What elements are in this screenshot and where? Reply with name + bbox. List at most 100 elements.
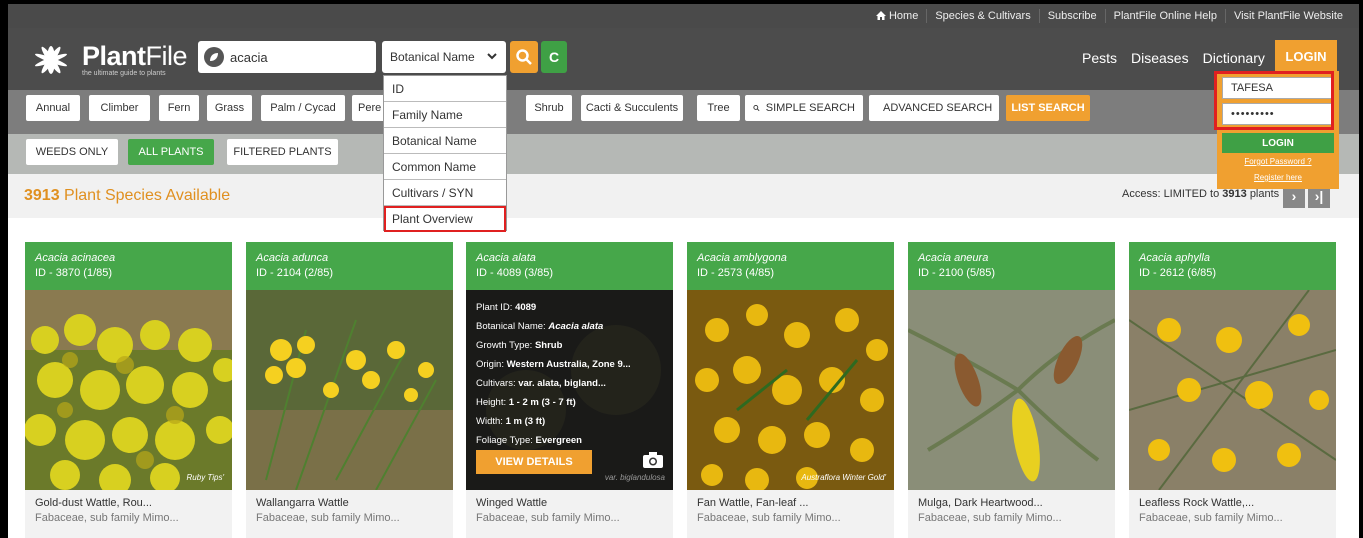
plant-logo-icon: [35, 46, 67, 74]
plant-card[interactable]: Acacia alata ID - 4089 (3/85) Plant ID: …: [466, 242, 673, 538]
card-common-name: Mulga, Dark Heartwood...: [918, 497, 1043, 509]
plant-image[interactable]: Plant ID: 4089 Botanical Name: Acacia al…: [466, 290, 673, 490]
card-id: ID - 4089 (3/85): [476, 267, 554, 279]
plantfile-logo[interactable]: PlantFile the ultimate guide to plants: [26, 40, 188, 80]
card-family: Fabaceae, sub family Mimo...: [256, 512, 400, 524]
forgot-password-link[interactable]: Forgot Password ?: [1217, 157, 1339, 166]
simple-search-button[interactable]: SIMPLE SEARCH: [745, 95, 863, 121]
logo-tagline: the ultimate guide to plants: [82, 70, 166, 77]
nav-pests[interactable]: Pests: [1082, 50, 1117, 66]
card-id: ID - 2100 (5/85): [918, 267, 996, 279]
visit-website-link[interactable]: Visit PlantFile Website: [1224, 9, 1351, 23]
overlay-width: Width: 1 m (3 ft): [476, 416, 546, 427]
help-link[interactable]: PlantFile Online Help: [1104, 9, 1225, 23]
home-link[interactable]: Home: [868, 9, 926, 23]
login-fields-highlight: [1214, 71, 1334, 130]
chevron-down-icon: [486, 50, 498, 65]
species-cultivars-link[interactable]: Species & Cultivars: [926, 9, 1038, 23]
plant-card[interactable]: Acacia amblygona ID - 2573 (4/85) Austra…: [687, 242, 894, 538]
card-family: Fabaceae, sub family Mimo...: [35, 512, 179, 524]
card-id: ID - 2104 (2/85): [256, 267, 334, 279]
plant-card[interactable]: Acacia adunca ID - 2104 (2/85) Wallangar…: [246, 242, 453, 538]
dropdown-option-family-name[interactable]: Family Name: [384, 102, 506, 128]
plant-image[interactable]: [1129, 290, 1336, 490]
weeds-only-button[interactable]: WEEDS ONLY: [26, 139, 118, 165]
card-id: ID - 2612 (6/85): [1139, 267, 1217, 279]
category-bar: Annual Climber Fern Grass Palm / Cycad P…: [8, 90, 1359, 134]
plant-image[interactable]: [246, 290, 453, 490]
plant-image[interactable]: Ruby Tips': [25, 290, 232, 490]
plant-card[interactable]: Acacia aneura ID - 2100 (5/85) Mulga, Da…: [908, 242, 1115, 538]
card-header: Acacia aneura ID - 2100 (5/85): [908, 242, 1115, 290]
overlay-foliage-type: Foliage Type: Evergreen: [476, 435, 582, 446]
plant-details-overlay: Plant ID: 4089 Botanical Name: Acacia al…: [466, 290, 673, 490]
filtered-plants-button[interactable]: FILTERED PLANTS: [227, 139, 338, 165]
nav-diseases[interactable]: Diseases: [1131, 50, 1189, 66]
search-button[interactable]: [510, 41, 538, 73]
category-grass[interactable]: Grass: [207, 95, 252, 121]
advanced-search-button[interactable]: ADVANCED SEARCH: [869, 95, 999, 121]
plant-image[interactable]: [908, 290, 1115, 490]
image-watermark: Ruby Tips': [186, 473, 224, 482]
search-icon: [516, 49, 532, 65]
browser-viewport: Home Species & Cultivars Subscribe Plant…: [8, 4, 1359, 538]
overlay-cultivars: Cultivars: var. alata, bigland...: [476, 378, 606, 389]
overlay-origin: Origin: Western Australia, Zone 9...: [476, 359, 631, 370]
refresh-icon: C: [548, 49, 560, 65]
card-common-name: Gold-dust Wattle, Rou...: [35, 497, 152, 509]
subscribe-link[interactable]: Subscribe: [1038, 9, 1105, 23]
search-input[interactable]: [230, 49, 370, 65]
dropdown-option-botanical-name[interactable]: Botanical Name: [384, 128, 506, 154]
card-id: ID - 3870 (1/85): [35, 267, 113, 279]
main-nav: Pests Diseases Dictionary: [1082, 50, 1279, 66]
login-submit-button[interactable]: LOGIN: [1222, 133, 1334, 153]
card-family: Fabaceae, sub family Mimo...: [697, 512, 841, 524]
plant-image[interactable]: Austraflora Winter Gold': [687, 290, 894, 490]
logo-text: PlantFile the ultimate guide to plants: [82, 41, 188, 78]
overlay-height: Height: 1 - 2 m (3 - 7 ft): [476, 397, 576, 408]
overlay-botanical-name: Botanical Name: Acacia alata: [476, 321, 604, 332]
camera-icon[interactable]: [642, 451, 664, 469]
image-watermark: Austraflora Winter Gold': [801, 473, 886, 482]
nav-dictionary[interactable]: Dictionary: [1203, 50, 1265, 66]
dropdown-option-id[interactable]: ID: [384, 76, 506, 102]
card-botanical-name: Acacia acinacea: [35, 252, 116, 264]
plant-card[interactable]: Acacia acinacea ID - 3870 (1/85) Ruby Ti…: [25, 242, 232, 538]
category-cacti-succulents[interactable]: Cacti & Succulents: [581, 95, 683, 121]
card-header: Acacia amblygona ID - 2573 (4/85): [687, 242, 894, 290]
search-mode-select[interactable]: Botanical Name: [382, 41, 506, 73]
card-common-name: Fan Wattle, Fan-leaf ...: [697, 497, 809, 509]
card-common-name: Wallangarra Wattle: [256, 497, 349, 509]
chevron-right-icon: ›: [1291, 188, 1297, 204]
dropdown-option-cultivars-syn[interactable]: Cultivars / SYN: [384, 180, 506, 206]
category-tree[interactable]: Tree: [697, 95, 740, 121]
overlay-growth-type: Growth Type: Shrub: [476, 340, 563, 351]
category-palm-cycad[interactable]: Palm / Cycad: [261, 95, 345, 121]
list-search-button[interactable]: LIST SEARCH: [1006, 95, 1090, 121]
chevron-last-icon: ›|: [1314, 188, 1324, 204]
category-fern[interactable]: Fern: [159, 95, 199, 121]
plant-card[interactable]: Acacia aphylla ID - 2612 (6/85) Leafless…: [1129, 242, 1336, 538]
dropdown-option-common-name[interactable]: Common Name: [384, 154, 506, 180]
view-details-button[interactable]: VIEW DETAILS: [476, 450, 592, 474]
card-botanical-name: Acacia adunca: [256, 252, 329, 264]
card-family: Fabaceae, sub family Mimo...: [1139, 512, 1283, 524]
card-common-name: Leafless Rock Wattle,...: [1139, 497, 1255, 509]
card-header: Acacia acinacea ID - 3870 (1/85): [25, 242, 232, 290]
card-family: Fabaceae, sub family Mimo...: [476, 512, 620, 524]
dropdown-option-plant-overview[interactable]: Plant Overview: [384, 206, 506, 232]
search-mode-value: Botanical Name: [390, 50, 475, 64]
card-botanical-name: Acacia aphylla: [1139, 252, 1210, 264]
register-link[interactable]: Register here: [1217, 173, 1339, 182]
all-plants-button[interactable]: ALL PLANTS: [128, 139, 214, 165]
login-button-top[interactable]: LOGIN: [1275, 40, 1337, 72]
refresh-button[interactable]: C: [541, 41, 567, 73]
category-shrub[interactable]: Shrub: [526, 95, 572, 121]
category-annual[interactable]: Annual: [26, 95, 80, 121]
category-climber[interactable]: Climber: [89, 95, 150, 121]
card-botanical-name: Acacia alata: [476, 252, 536, 264]
card-family: Fabaceae, sub family Mimo...: [918, 512, 1062, 524]
search-box: [198, 41, 376, 73]
card-id: ID - 2573 (4/85): [697, 267, 775, 279]
card-header: Acacia adunca ID - 2104 (2/85): [246, 242, 453, 290]
